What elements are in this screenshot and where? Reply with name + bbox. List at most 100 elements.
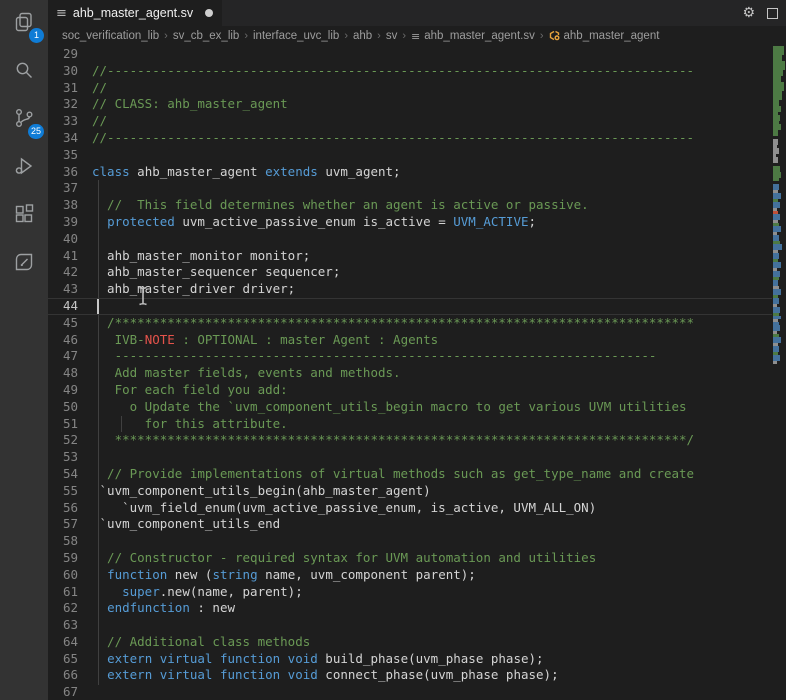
code-line[interactable]: 35 [48, 147, 772, 164]
code-line[interactable]: 37 [48, 180, 772, 197]
line-number[interactable]: 42 [48, 264, 78, 281]
code-line[interactable]: 47 -------------------------------------… [48, 348, 772, 365]
code-line[interactable]: 67 [48, 684, 772, 700]
code-line[interactable]: 39 protected uvm_active_passive_enum is_… [48, 214, 772, 231]
line-number[interactable]: 60 [48, 567, 78, 584]
minimap[interactable] [772, 46, 786, 700]
line-text: // Provide implementations of virtual me… [92, 465, 695, 481]
code-line[interactable]: 61 super.new(name, parent); [48, 584, 772, 601]
line-text: ahb_master_driver driver; [92, 281, 296, 297]
code-line[interactable]: 31 // [48, 80, 772, 97]
code-line[interactable]: 40 [48, 231, 772, 248]
line-number[interactable]: 45 [48, 315, 78, 332]
code-line[interactable]: 43 ahb_master_driver driver; [48, 281, 772, 298]
line-number[interactable]: 59 [48, 550, 78, 567]
code-line[interactable]: 63 [48, 617, 772, 634]
tab-ahb-master-agent[interactable]: ≡ ahb_master_agent.sv [48, 0, 222, 26]
code-line[interactable]: 56 `uvm_field_enum(uvm_active_passive_en… [48, 500, 772, 517]
line-number[interactable]: 34 [48, 130, 78, 147]
split-editor-icon[interactable] [767, 7, 778, 19]
line-number[interactable]: 36 [48, 164, 78, 181]
breadcrumb-item[interactable]: soc_verification_lib [62, 30, 159, 42]
code-line[interactable]: 30 //------------------------------------… [48, 63, 772, 80]
line-number[interactable]: 54 [48, 466, 78, 483]
line-number[interactable]: 37 [48, 180, 78, 197]
line-number[interactable]: 41 [48, 248, 78, 265]
code-line[interactable]: 57 `uvm_component_utils_end [48, 516, 772, 533]
code-line[interactable]: 60 function new (string name, uvm_compon… [48, 567, 772, 584]
code-line[interactable]: 32 // CLASS: ahb_master_agent [48, 96, 772, 113]
line-number[interactable]: 47 [48, 348, 78, 365]
line-number[interactable]: 65 [48, 651, 78, 668]
line-number[interactable]: 38 [48, 197, 78, 214]
line-number[interactable]: 67 [48, 684, 78, 700]
code-line[interactable]: 46 IVB-NOTE : OPTIONAL : master Agent : … [48, 332, 772, 349]
breadcrumb-item[interactable]: interface_uvc_lib [253, 30, 339, 42]
code-line[interactable]: 50 o Update the `uvm_component_utils_beg… [48, 399, 772, 416]
code-line[interactable]: 52 *************************************… [48, 432, 772, 449]
breadcrumb-item[interactable]: sv [386, 30, 398, 42]
line-number[interactable]: 66 [48, 667, 78, 684]
line-number[interactable]: 33 [48, 113, 78, 130]
code-line[interactable]: 38 // This field determines whether an a… [48, 197, 772, 214]
code-line[interactable]: 66 extern virtual function void connect_… [48, 667, 772, 684]
code-line[interactable]: 64 // Additional class methods [48, 634, 772, 651]
code-line[interactable]: 65 extern virtual function void build_ph… [48, 651, 772, 668]
line-number[interactable]: 57 [48, 516, 78, 533]
run-debug-button[interactable] [0, 144, 48, 192]
line-number[interactable]: 55 [48, 483, 78, 500]
explorer-button[interactable]: 1 [0, 0, 48, 48]
line-number[interactable]: 39 [48, 214, 78, 231]
line-number[interactable]: 62 [48, 600, 78, 617]
line-number[interactable]: 32 [48, 96, 78, 113]
modified-dot-icon[interactable] [205, 9, 214, 17]
source-control-button[interactable]: 25 [0, 96, 48, 144]
line-number[interactable]: 31 [48, 80, 78, 97]
line-number[interactable]: 35 [48, 147, 78, 164]
line-number[interactable]: 44 [48, 298, 78, 315]
line-number[interactable]: 29 [48, 46, 78, 63]
breadcrumb-file[interactable]: ahb_master_agent.sv [424, 30, 535, 42]
line-number[interactable]: 53 [48, 449, 78, 466]
search-button[interactable] [0, 48, 48, 96]
line-number[interactable]: 61 [48, 584, 78, 601]
breadcrumb-item[interactable]: sv_cb_ex_lib [173, 30, 239, 42]
gear-icon[interactable]: ⚙ [742, 5, 755, 21]
line-number[interactable]: 40 [48, 231, 78, 248]
code-line[interactable]: 55 `uvm_component_utils_begin(ahb_master… [48, 483, 772, 500]
code-line[interactable]: 45 /************************************… [48, 315, 772, 332]
code-line[interactable]: 51 for this attribute. [48, 416, 772, 433]
line-number[interactable]: 64 [48, 634, 78, 651]
code-line[interactable]: 42 ahb_master_sequencer sequencer; [48, 264, 772, 281]
line-number[interactable]: 50 [48, 399, 78, 416]
code-line[interactable]: 58 [48, 533, 772, 550]
line-number[interactable]: 56 [48, 500, 78, 517]
breadcrumb-item[interactable]: ahb [353, 30, 372, 42]
line-number[interactable]: 63 [48, 617, 78, 634]
pencil-extension-button[interactable] [0, 240, 48, 288]
line-number[interactable]: 43 [48, 281, 78, 298]
line-number[interactable]: 58 [48, 533, 78, 550]
code-line[interactable]: 33 // [48, 113, 772, 130]
code-line[interactable]: 36 class ahb_master_agent extends uvm_age… [48, 164, 772, 181]
code-line[interactable]: 29 [48, 46, 772, 63]
code-line[interactable]: 53 [48, 449, 772, 466]
line-number[interactable]: 48 [48, 365, 78, 382]
breadcrumb-symbol[interactable]: ahb_master_agent [564, 30, 660, 42]
line-number[interactable]: 52 [48, 432, 78, 449]
code-line[interactable]: 59 // Constructor - required syntax for … [48, 550, 772, 567]
code-editor[interactable]: 29 30//----------------------------------… [48, 46, 786, 700]
code-line[interactable]: 62 endfunction : new [48, 600, 772, 617]
breadcrumb-separator-icon: › [244, 30, 248, 42]
extensions-button[interactable] [0, 192, 48, 240]
code-line[interactable]: 48 Add master fields, events and methods… [48, 365, 772, 382]
code-line[interactable]: 49 For each field you add: [48, 382, 772, 399]
code-line[interactable]: 34 //------------------------------------… [48, 130, 772, 147]
line-number[interactable]: 46 [48, 332, 78, 349]
code-line[interactable]: 41 ahb_master_monitor monitor; [48, 248, 772, 265]
line-number[interactable]: 30 [48, 63, 78, 80]
code-line[interactable]: 44 [48, 298, 772, 315]
line-number[interactable]: 49 [48, 382, 78, 399]
code-line[interactable]: 54 // Provide implementations of virtual… [48, 466, 772, 483]
line-number[interactable]: 51 [48, 416, 78, 433]
